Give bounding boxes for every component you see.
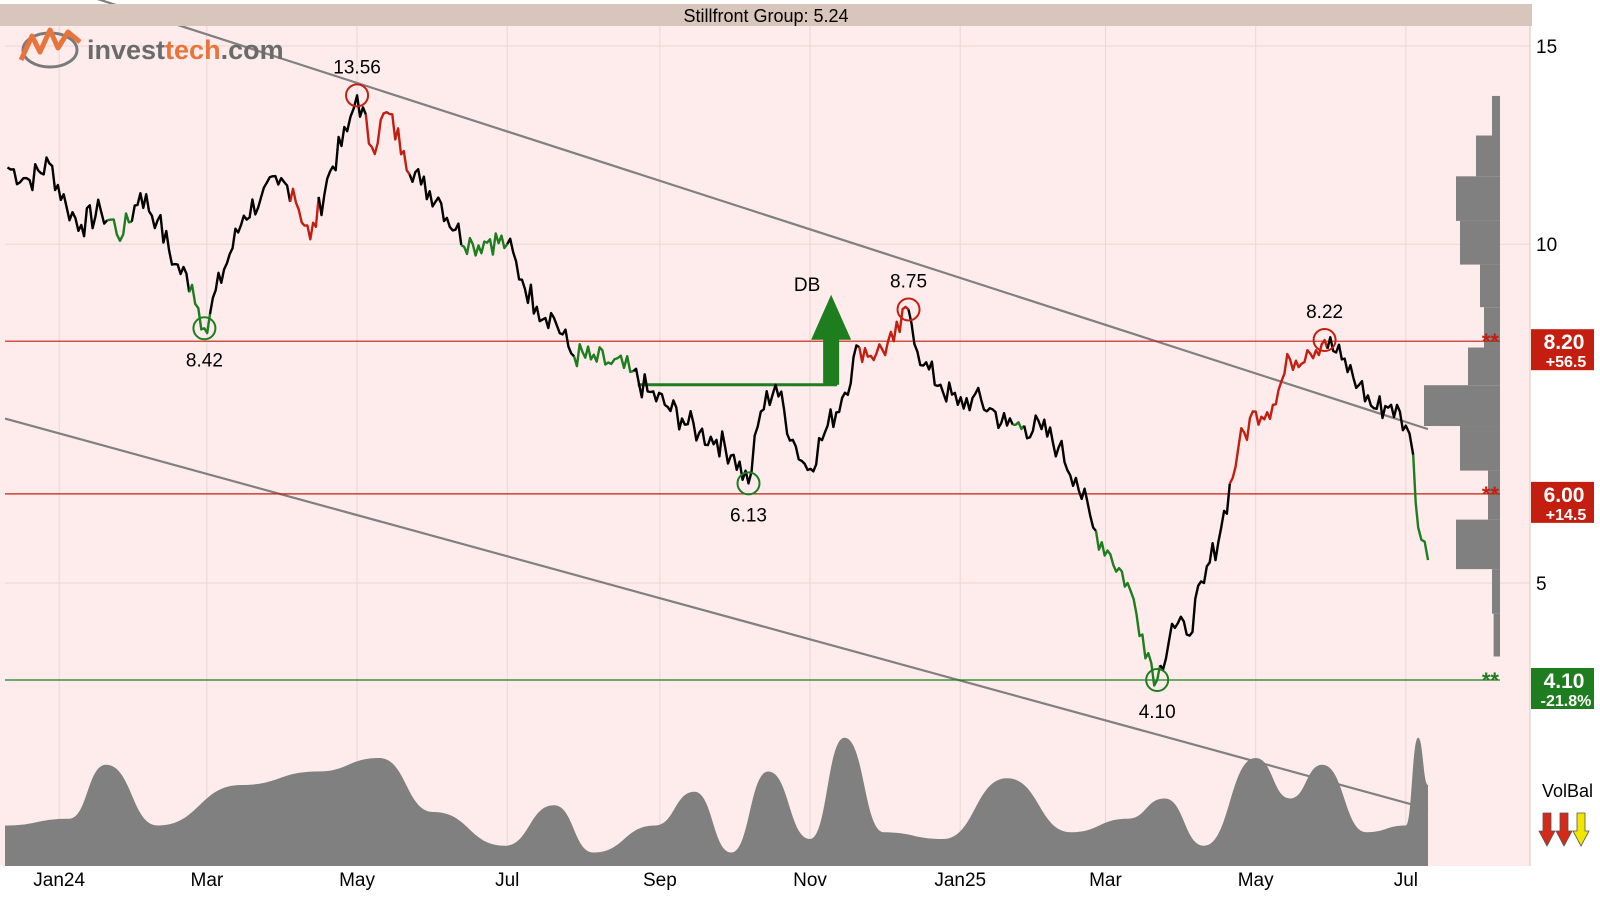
volume-profile-bar (1460, 220, 1500, 265)
chart-svg: ** 8.20+56.5** 6.00+14.5** 4.10-21.8% DB 8.… (0, 0, 1600, 900)
logo-text-a: invest (87, 35, 165, 65)
level-value-label: 8.20 (1544, 331, 1585, 354)
turning-point-label: 4.10 (1139, 702, 1176, 723)
volume-profile-bar (1456, 519, 1500, 570)
volume-profile-bar (1456, 176, 1500, 221)
level-stars: ** (1482, 329, 1500, 354)
level-change-label: +14.5 (1546, 507, 1587, 524)
y-tick-label: 10 (1536, 235, 1557, 256)
turning-point-label: 8.42 (186, 350, 223, 371)
x-tick-label: Sep (643, 870, 677, 891)
volbal-arrows (1538, 812, 1590, 847)
x-tick-label: May (1238, 870, 1274, 891)
volume-profile-bar (1493, 613, 1500, 657)
y-tick-label: 5 (1536, 574, 1547, 595)
x-tick-label: Jan24 (33, 870, 85, 891)
volbal-label: VolBal (1542, 781, 1593, 801)
stock-chart: ** 8.20 +56.5 ** 6.00 +14.5 ** 4.10 -21.8% DB 8.… (0, 0, 1600, 900)
turning-point-label: 8.22 (1306, 302, 1343, 323)
level-value-label: 6.00 (1544, 484, 1585, 507)
x-tick-label: Jan25 (934, 870, 986, 891)
x-tick-label: Jul (495, 870, 519, 891)
volume-profile-bar (1492, 95, 1500, 136)
level-change-label: -21.8% (1541, 693, 1592, 710)
chart-title: Stillfront Group: 5.24 (683, 6, 848, 26)
volume-profile-bar (1480, 264, 1500, 308)
level-stars: ** (1482, 668, 1500, 693)
turning-point-label: 13.56 (333, 57, 381, 78)
pattern-label: DB (794, 275, 820, 296)
volbal-indicator: VolBal (1538, 781, 1593, 847)
logo-text: investtech.com (87, 35, 284, 65)
turning-point-label: 8.75 (890, 271, 927, 292)
volume-profile-bar (1476, 135, 1500, 177)
level-change-label: +56.5 (1546, 354, 1587, 371)
x-tick-label: Mar (1089, 870, 1122, 891)
x-tick-label: Mar (191, 870, 224, 891)
plot-background (0, 4, 1530, 866)
x-tick-label: Nov (793, 870, 827, 891)
x-tick-label: Jul (1394, 870, 1418, 891)
volume-profile-bar (1460, 426, 1500, 471)
turning-point-label: 6.13 (730, 505, 767, 526)
x-tick-label: May (339, 870, 375, 891)
level-value-label: 4.10 (1544, 670, 1585, 693)
logo-text-b: tech (165, 35, 221, 65)
volume-profile-bar (1492, 569, 1500, 614)
y-tick-label: 15 (1536, 37, 1557, 58)
volume-profile-bar (1424, 385, 1500, 427)
logo-text-c: .com (221, 35, 284, 65)
level-stars: ** (1482, 482, 1500, 507)
